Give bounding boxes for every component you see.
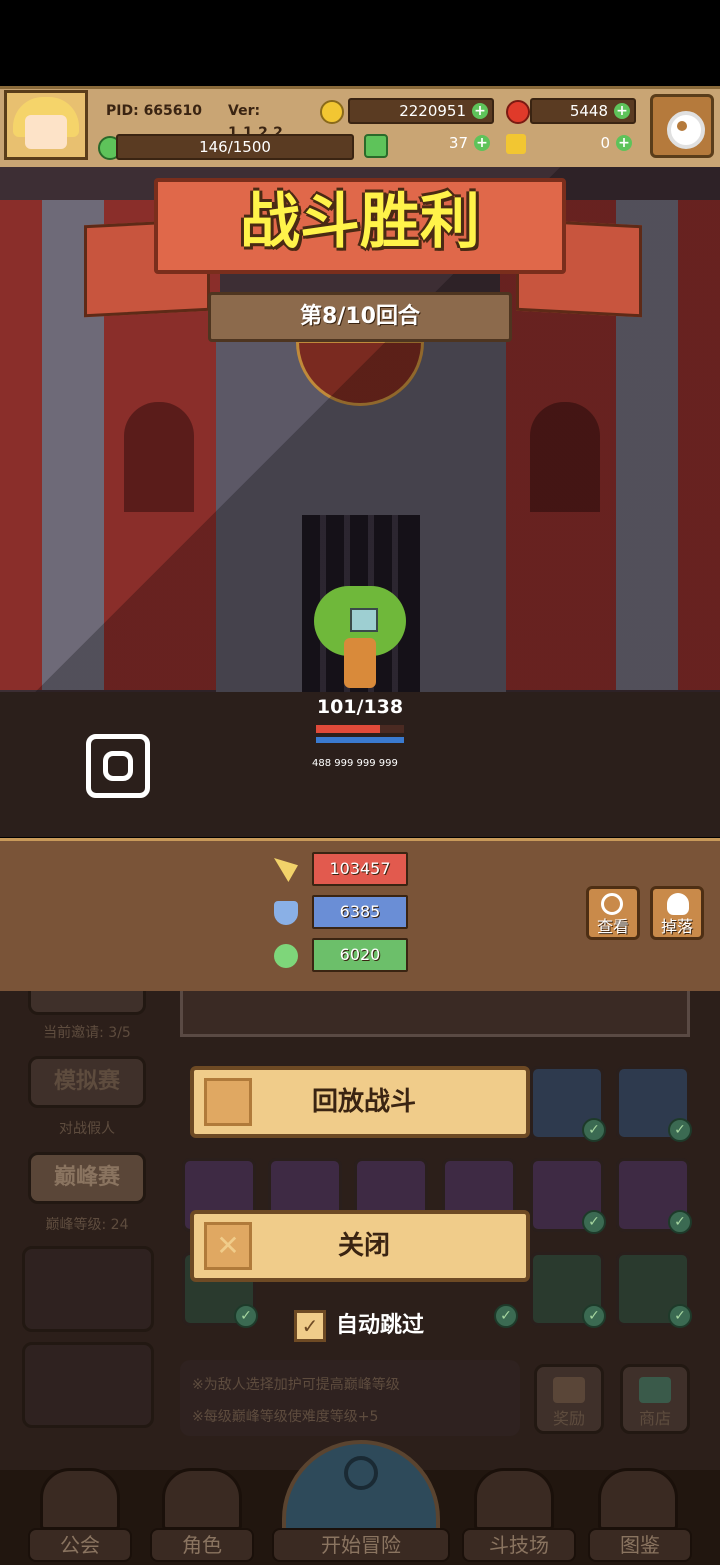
check-icon: ✓ xyxy=(582,1210,606,1234)
shop-button[interactable]: 商店 xyxy=(620,1364,690,1434)
attack-value: 103457 xyxy=(312,852,408,886)
character-icon xyxy=(162,1468,242,1530)
hp-bar-fill xyxy=(316,725,381,733)
nav-character[interactable]: 角色 xyxy=(150,1528,254,1562)
camera-icon xyxy=(103,751,133,781)
add-clover-icon[interactable]: + xyxy=(474,135,490,151)
shop-icon xyxy=(639,1377,671,1403)
monster-trunk xyxy=(344,638,376,688)
codex-book-icon xyxy=(598,1468,678,1530)
player-avatar[interactable] xyxy=(4,90,88,160)
nav-guild[interactable]: 公会 xyxy=(28,1528,132,1562)
avatar-face xyxy=(25,115,67,149)
simulation-button[interactable]: 模拟赛 xyxy=(28,1056,146,1108)
shield-icon xyxy=(274,901,298,925)
close-button[interactable]: ✕ 关闭 xyxy=(190,1210,530,1282)
clover-icon xyxy=(364,134,388,158)
check-icon: ✓ xyxy=(582,1304,606,1328)
check-icon: ✓ xyxy=(668,1304,692,1328)
arena-swords-icon xyxy=(474,1468,554,1530)
monster-face xyxy=(350,608,378,632)
tip-line-2: ※每级巅峰等级使难度等级+5 xyxy=(192,1409,379,1425)
screenshot-button[interactable] xyxy=(86,734,150,798)
victory-title: 战斗胜利 xyxy=(240,187,480,257)
add-gold-icon[interactable]: + xyxy=(472,103,488,119)
pid-text: PID: 665610 xyxy=(106,103,203,119)
gem-value: 5448 xyxy=(569,102,608,120)
round-indicator: 第8/10回合 xyxy=(208,292,512,342)
replay-battle-button[interactable]: 回放战斗 xyxy=(190,1066,530,1138)
stamina-bar: 146/1500 xyxy=(116,134,354,160)
skull-icon xyxy=(667,893,689,915)
heal-value: 6020 xyxy=(312,938,408,972)
invite-button[interactable] xyxy=(28,991,146,1015)
defense-value: 6385 xyxy=(312,895,408,929)
enemy-stat-numbers: 488 999 999 999 xyxy=(312,758,398,769)
gold-value: 2220951 xyxy=(399,102,466,120)
gear-icon xyxy=(667,111,705,149)
key-counter: 0 + xyxy=(530,132,636,158)
attack-stat-row: 103457 xyxy=(274,852,414,888)
check-icon: ✓ xyxy=(234,1304,258,1328)
key-icon xyxy=(506,134,526,154)
invite-count: 当前邀请: 3/5 xyxy=(43,1025,131,1041)
peak-match-button[interactable]: 巅峰赛 xyxy=(28,1152,146,1204)
view-button[interactable]: 查看 xyxy=(586,886,640,940)
check-icon: ✓ xyxy=(582,1118,606,1142)
settings-button[interactable] xyxy=(650,94,714,158)
clover-value: 37 xyxy=(448,134,468,152)
gold-coin-icon xyxy=(320,100,344,124)
enemy-hp-text: 101/138 xyxy=(316,696,404,718)
check-icon: ✓ xyxy=(668,1210,692,1234)
gem-counter: 5448 + xyxy=(530,98,636,124)
key-value: 0 xyxy=(600,134,610,152)
guild-icon xyxy=(40,1468,120,1530)
enemy-preview-strip xyxy=(180,991,690,1037)
heal-stat-row: 6020 xyxy=(274,938,414,974)
empty-slot xyxy=(22,1246,154,1332)
pid-label: PID: 665610 Ver: 1.1.2.2 xyxy=(98,98,318,141)
gold-counter: 2220951 + xyxy=(348,98,494,124)
simulation-sub: 对战假人 xyxy=(59,1121,115,1137)
empty-slot xyxy=(22,1342,154,1428)
add-key-icon[interactable]: + xyxy=(616,135,632,151)
shop-label: 商店 xyxy=(638,1409,671,1428)
clover-counter: 37 + xyxy=(390,132,494,158)
defense-stat-row: 6385 xyxy=(274,895,414,931)
chest-icon xyxy=(553,1377,585,1403)
drop-label: 掉落 xyxy=(660,917,693,936)
check-icon: ✓ xyxy=(668,1118,692,1142)
reward-label: 奖励 xyxy=(552,1409,585,1428)
check-icon: ✓ xyxy=(494,1304,518,1328)
drop-button[interactable]: 掉落 xyxy=(650,886,704,940)
add-gem-icon[interactable]: + xyxy=(614,103,630,119)
reward-button[interactable]: 奖励 xyxy=(534,1364,604,1434)
tip-line-1: ※为敌人选择加护可提高巅峰等级 xyxy=(192,1377,400,1393)
heal-icon xyxy=(274,944,298,968)
shield-bar xyxy=(316,737,404,743)
search-icon xyxy=(344,1456,378,1490)
tree-monster[interactable] xyxy=(314,586,406,690)
view-label: 查看 xyxy=(596,917,629,936)
sword-icon xyxy=(274,858,298,882)
nav-codex[interactable]: 图鉴 xyxy=(588,1528,692,1562)
close-label: 关闭 xyxy=(337,1231,390,1261)
nav-start-adventure[interactable]: 开始冒险 xyxy=(272,1528,450,1562)
replay-label: 回放战斗 xyxy=(311,1087,416,1117)
ruby-gem-icon xyxy=(506,100,530,124)
gear-hole xyxy=(677,121,687,131)
auto-skip-checkbox[interactable]: ✓ xyxy=(294,1310,326,1342)
nav-arena[interactable]: 斗技场 xyxy=(462,1528,576,1562)
auto-skip-label: 自动跳过 xyxy=(336,1313,425,1338)
magnifier-icon xyxy=(601,893,623,915)
stamina-value: 146/1500 xyxy=(199,138,271,156)
peak-level: 巅峰等级: 24 xyxy=(45,1217,129,1233)
